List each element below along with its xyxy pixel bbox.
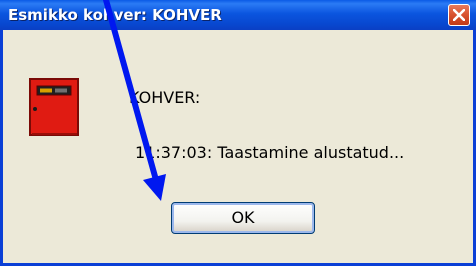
close-button[interactable] [448, 4, 470, 26]
window-title: Esmikko kohver: KOHVER [8, 6, 222, 24]
device-name-text: KOHVER: [129, 88, 201, 107]
red-control-panel-icon [29, 78, 79, 136]
status-message-text: 11:37:03: Taastamine alustatud... [135, 143, 405, 162]
message-dialog: Esmikko kohver: KOHVER KOHVER: 11:37:03:… [0, 0, 476, 266]
close-icon [453, 9, 465, 21]
title-bar[interactable]: Esmikko kohver: KOHVER [0, 0, 476, 30]
ok-button[interactable]: OK [171, 202, 315, 234]
